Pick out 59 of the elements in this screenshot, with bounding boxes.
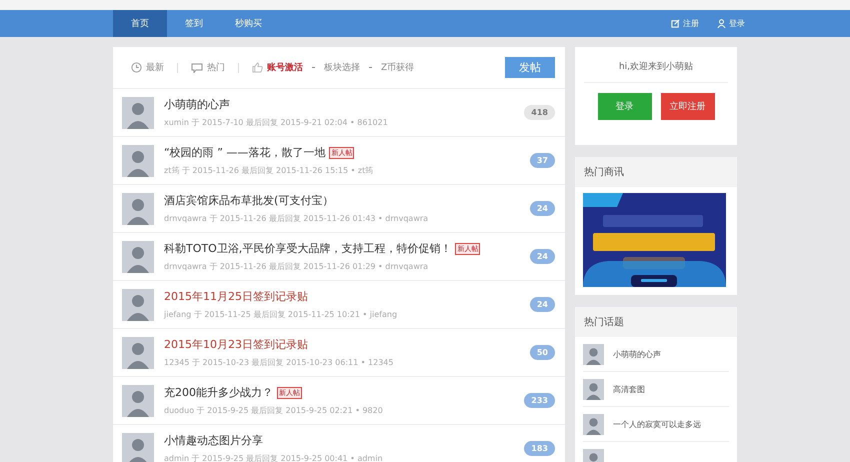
chat-icon (191, 62, 203, 72)
thread-meta: duoduo 于 2015-9-25 最后回复 2015-9-25 02:21 • 9820 (164, 405, 384, 416)
filter-link[interactable]: 板块选择 (324, 61, 360, 74)
card-title: 热门商讯 (584, 166, 624, 179)
reply-count: 183 (524, 441, 555, 456)
thread-title[interactable]: 充200能升多少战力？ (164, 385, 273, 400)
account-link[interactable]: 登录 (717, 10, 745, 37)
reply-count: 50 (530, 345, 555, 360)
avatar (122, 192, 154, 224)
new-post-button[interactable]: 发帖 (505, 57, 555, 78)
avatar (122, 96, 154, 128)
thread-meta: admin 于 2015-9-25 最后回复 2015-9-25 00:41 • admin (164, 453, 384, 462)
avatar (583, 344, 604, 364)
reply-count: 418 (524, 105, 555, 120)
avatar (583, 414, 604, 434)
reply-count: 233 (524, 393, 555, 408)
nav-tab[interactable]: 秒购买 (221, 10, 276, 37)
thread-title[interactable]: 2015年10月23日签到记录贴 (164, 337, 308, 352)
topic-link[interactable]: 一个人的寂寞可以走多远 (613, 418, 701, 430)
avatar (122, 288, 154, 320)
nav-tab[interactable]: 签到 (167, 10, 221, 37)
thread-meta: zt筠 于 2015-11-26 最后回复 2015-11-26 15:15 • zt筠 (164, 165, 374, 176)
reply-count: 24 (530, 201, 555, 216)
thread-title[interactable]: 2015年11月25日签到记录贴 (164, 289, 308, 304)
thread-meta: drnvqawra 于 2015-11-26 最后回复 2015-11-26 01:43 • drnvqawra (164, 213, 430, 224)
filter-link[interactable]: 账号激活 (252, 61, 303, 74)
reply-count: 24 (530, 297, 555, 312)
avatar (122, 336, 154, 368)
thread-title[interactable]: “校园的雨 ” ——落花，散了一地 (164, 145, 326, 160)
nav-tab[interactable]: 首页 (113, 10, 167, 37)
avatar (583, 378, 604, 400)
reply-count: 24 (530, 249, 555, 264)
thread-title[interactable]: 酒店宾馆床品布草批发(可支付宝） (164, 193, 334, 208)
thread-meta: 12345 于 2015-10-23 最后回复 2015-10-23 06:11 • 12345 (164, 357, 394, 368)
thumb-icon (252, 62, 263, 73)
clock-icon (131, 62, 142, 73)
reply-count: 37 (530, 153, 555, 168)
avatar (122, 144, 154, 176)
card-title: 热门话题 (584, 316, 624, 329)
thread-meta: jiefang 于 2015-11-25 最后回复 2015-11-25 10:21 • jiefang (164, 309, 398, 320)
account-link[interactable]: 注册 (671, 10, 699, 37)
register-button[interactable]: 立即注册 (660, 93, 714, 120)
filter-link[interactable]: 最新 (131, 61, 164, 74)
user-icon (717, 19, 726, 28)
avatar (122, 384, 154, 416)
filter-link[interactable]: 热门 (191, 61, 225, 74)
thread-title[interactable]: 小萌萌的心声 (164, 97, 230, 112)
filter-link[interactable]: Z币获得 (381, 61, 414, 74)
thread-title[interactable]: 科勒TOTO卫浴,平民价享受大品牌，支持工程，特价促销！ (164, 241, 452, 256)
topic-link[interactable]: 高清套图 (613, 384, 645, 394)
thread-meta: xumin 于 2015-7-10 最后回复 2015-9-21 02:04 • 861021 (164, 117, 389, 128)
topic-link[interactable]: 小萌萌的心声 (613, 348, 661, 360)
avatar (122, 240, 154, 272)
avatar (122, 432, 154, 462)
thread-meta: drnvqawra 于 2015-11-26 最后回复 2015-11-26 01:29 • drnvqawra (164, 261, 430, 272)
edit-icon (671, 19, 680, 28)
welcome-text: hi,欢迎来到小萌贴 (584, 47, 728, 83)
thread-title[interactable]: 小情趣动态图片分享 (164, 433, 263, 448)
login-button[interactable]: 登录 (598, 93, 652, 120)
